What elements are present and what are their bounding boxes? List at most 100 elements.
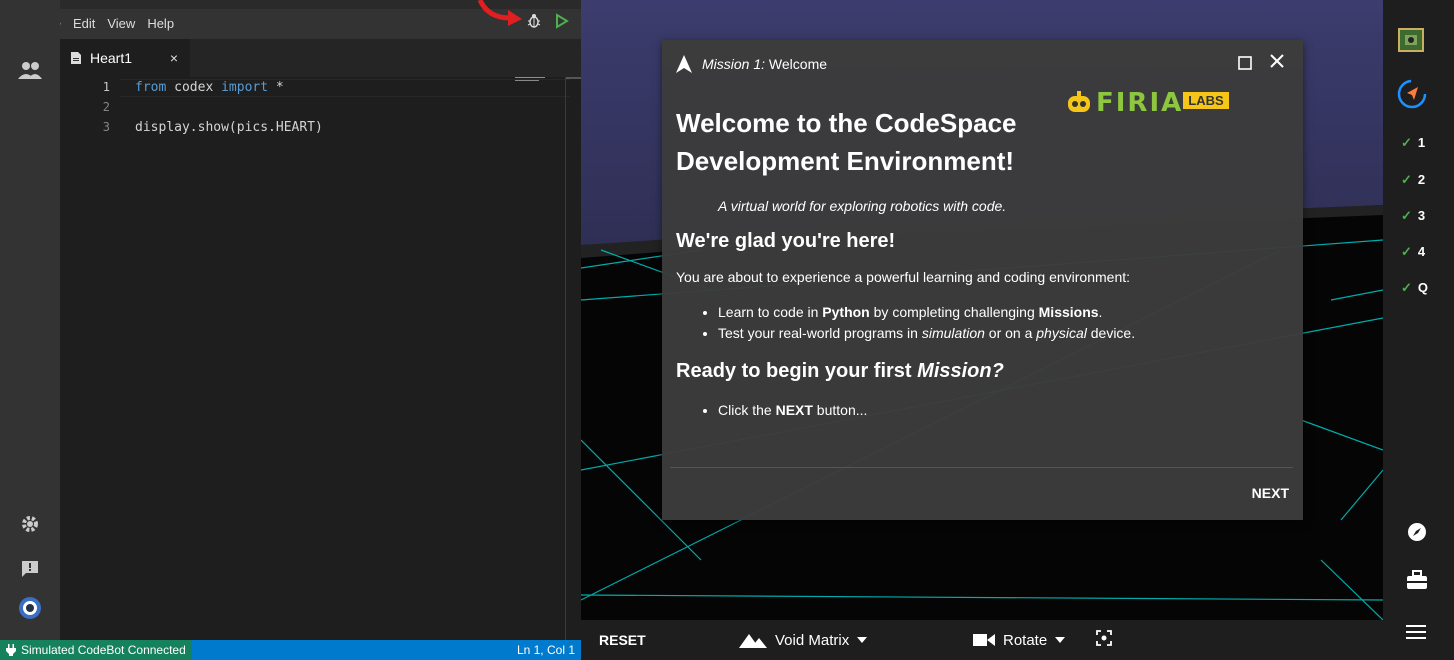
feature-list: Learn to code in Python by completing ch…: [718, 302, 1289, 344]
next-button[interactable]: NEXT: [1252, 485, 1289, 501]
editor-scrollbar[interactable]: [565, 77, 566, 640]
close-button[interactable]: [1268, 52, 1286, 76]
step-label: 4: [1417, 244, 1426, 259]
user-avatar[interactable]: [0, 596, 60, 620]
dialog-header: Mission 1: Welcome: [662, 40, 1303, 88]
cursor-position[interactable]: Ln 1, Col 1: [517, 643, 581, 657]
mission-step-4[interactable]: ✓ 4: [1401, 244, 1425, 260]
welcome-heading: Welcome to the CodeSpace Development Env…: [676, 108, 1017, 176]
check-icon: ✓: [1401, 135, 1412, 150]
text: button...: [812, 402, 868, 418]
dialog-title-prefix: Mission 1:: [702, 56, 766, 72]
code-editor[interactable]: 1 from codex import * 2 3 display.show(p…: [60, 77, 581, 640]
users-icon[interactable]: [0, 60, 60, 80]
step-label: 3: [1417, 208, 1426, 223]
text: Ready to begin your first: [676, 360, 918, 382]
tab-label: Heart1: [90, 50, 133, 66]
code-keyword: import: [221, 80, 269, 95]
dialog-title: Welcome: [768, 56, 828, 72]
check-icon: ✓: [1401, 280, 1412, 295]
text-italic: Mission?: [917, 360, 1004, 382]
compass-icon[interactable]: [1407, 522, 1427, 547]
menu-help[interactable]: Help: [141, 9, 180, 39]
line-number: 2: [102, 100, 110, 114]
feedback-icon[interactable]: [0, 559, 60, 579]
reset-button[interactable]: RESET: [599, 632, 646, 648]
step-label: 2: [1417, 172, 1426, 187]
dialog-divider: [670, 467, 1293, 468]
plug-icon: [6, 644, 16, 656]
editor-tabbar: Heart1 ×: [60, 39, 581, 77]
environment-select[interactable]: Void Matrix: [739, 631, 868, 649]
mission-step-quiz[interactable]: ✓ Q: [1401, 280, 1428, 296]
camera-label: Rotate: [1003, 631, 1048, 649]
activity-bar: [0, 0, 60, 640]
camera-select[interactable]: Rotate: [973, 631, 1066, 649]
text-italic: physical: [1036, 325, 1087, 341]
code-text: *: [268, 80, 284, 95]
camera-icon: [973, 634, 995, 646]
text: .: [1098, 304, 1103, 320]
code-keyword: from: [135, 80, 167, 95]
code-line: from codex import *: [135, 80, 284, 95]
text: Click the: [718, 402, 776, 418]
hamburger-menu-icon[interactable]: [1406, 624, 1426, 645]
text: Test your real-world programs in: [718, 325, 922, 341]
check-icon: ✓: [1401, 244, 1412, 259]
instruction-list: Click the NEXT button...: [718, 400, 1289, 421]
text: device.: [1086, 325, 1136, 341]
mission-step-3[interactable]: ✓ 3: [1401, 208, 1425, 224]
dialog-body: Welcome to the CodeSpace Development Env…: [676, 88, 1289, 421]
mission-step-2[interactable]: ✓ 2: [1401, 172, 1425, 188]
check-icon: ✓: [1401, 208, 1412, 223]
file-icon: [71, 52, 81, 64]
step-label: 1: [1417, 135, 1426, 150]
toolbox-icon[interactable]: [1406, 570, 1428, 595]
text-bold: NEXT: [775, 402, 813, 418]
line-number: 3: [102, 120, 110, 134]
subtitle: A virtual world for exploring robotics w…: [718, 198, 1007, 214]
text-bold: Missions: [1038, 304, 1099, 320]
tab-close-button[interactable]: ×: [170, 50, 178, 66]
caret-down-icon: [1055, 637, 1066, 643]
circuit-board-icon[interactable]: [1398, 28, 1424, 57]
mission-sidebar: ✓ 1 ✓ 2 ✓ 3 ✓ 4 ✓ Q: [1383, 0, 1454, 660]
minimap[interactable]: [515, 77, 555, 82]
focus-button[interactable]: [1096, 630, 1112, 650]
intro-text: You are about to experience a powerful l…: [676, 269, 1131, 285]
menu-edit[interactable]: Edit: [67, 9, 101, 39]
code-text: codex: [166, 80, 222, 95]
glad-heading: We're glad you're here!: [676, 230, 896, 252]
ready-heading: Ready to begin your first Mission?: [676, 360, 1289, 383]
menu-view[interactable]: View: [101, 9, 141, 39]
text: Learn to code in: [718, 304, 823, 320]
caret-down-icon: [857, 637, 868, 643]
environment-label: Void Matrix: [775, 631, 850, 649]
list-item: Click the NEXT button...: [718, 400, 1289, 421]
text-bold: Python: [822, 304, 870, 320]
list-item: Learn to code in Python by completing ch…: [718, 302, 1289, 323]
run-button[interactable]: [555, 13, 569, 34]
code-line: display.show(pics.HEART): [135, 120, 323, 135]
text: or on a: [984, 325, 1037, 341]
scroll-indicator: [565, 77, 581, 79]
navigation-arrow-icon: [676, 55, 692, 73]
gear-icon[interactable]: [0, 514, 60, 534]
step-label: Q: [1417, 280, 1429, 295]
play-icon: [556, 13, 569, 29]
text: by completing challenging: [869, 304, 1039, 320]
viewport-toolbar: RESET Void Matrix Rotate: [581, 620, 1383, 660]
list-item: Test your real-world programs in simulat…: [718, 323, 1289, 344]
mission-compass-icon[interactable]: [1396, 78, 1428, 115]
maximize-button[interactable]: [1238, 54, 1252, 76]
tab-heart1[interactable]: Heart1 ×: [60, 39, 190, 77]
annotation-arrow: [477, 0, 522, 26]
mission-step-1[interactable]: ✓ 1: [1401, 135, 1425, 151]
connection-status[interactable]: Simulated CodeBot Connected: [0, 640, 192, 660]
mission-dialog: Mission 1: Welcome FIRIA LABS Welcome to…: [662, 40, 1303, 520]
center-focus-icon: [1096, 630, 1112, 646]
connection-status-text: Simulated CodeBot Connected: [21, 643, 186, 657]
codespace-app: File Edit View Help Heart1 ×: [0, 0, 1454, 660]
mountain-icon: [739, 634, 767, 648]
check-icon: ✓: [1401, 172, 1412, 187]
